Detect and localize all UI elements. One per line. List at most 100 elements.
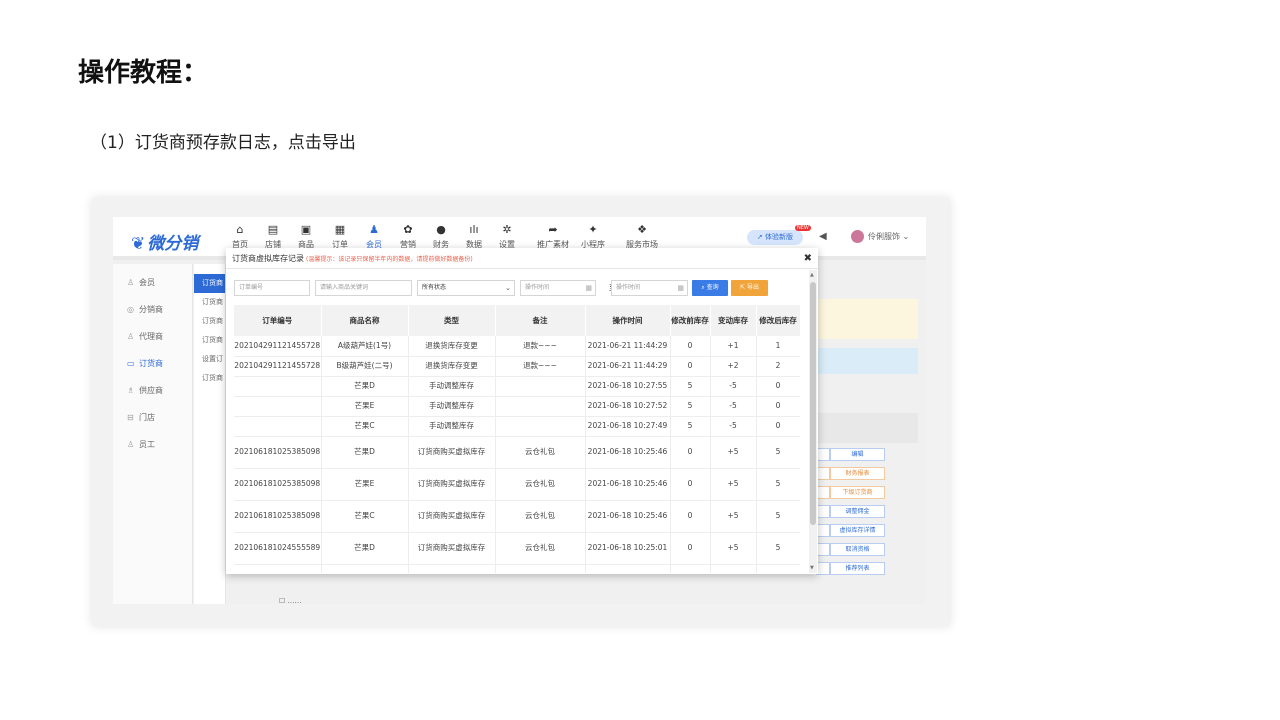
- sub-sidebar: 订货商 订货商 订货商 订货商 设置订 订货商: [194, 264, 226, 604]
- cell-change: -5: [710, 376, 757, 397]
- nav-item-10[interactable]: ✦ 小程序: [576, 223, 610, 250]
- table-row: 202106181025385098 芒果C 订货商购买虚拟库存 云仓礼包 2021-0…: [234, 500, 800, 533]
- cell-name: 芒果D: [321, 376, 409, 397]
- nav-item-5[interactable]: ✿ 营销: [391, 223, 425, 250]
- sidebar-item-1[interactable]: ◎ 分销商: [113, 296, 192, 323]
- cell-order: 202106181025385098: [234, 468, 322, 501]
- scroll-down-icon[interactable]: ▼: [810, 565, 814, 571]
- close-icon[interactable]: ✖: [804, 248, 812, 269]
- modal-title: 订货商虚拟库存记录: [232, 254, 304, 263]
- sidebar-item-6[interactable]: ♙ 员工: [113, 431, 192, 458]
- nav-item-7[interactable]: ılı 数据: [457, 223, 491, 250]
- cell-order: [234, 396, 322, 417]
- end-time-input[interactable]: 操作时间 ▦: [611, 280, 688, 296]
- order-no-input[interactable]: 订单编号: [234, 280, 310, 296]
- bg-action-stub[interactable]: [816, 448, 830, 461]
- cell-order: [234, 564, 322, 573]
- sidebar-item-3[interactable]: ▭ 订货商: [113, 350, 192, 377]
- cell-type: 订货商购买虚拟库存: [408, 532, 496, 565]
- cell-type: 手动调整库存: [408, 416, 496, 437]
- filter-bar: 订单编号 请输入商品关键词 所有状态⌄ 操作时间▦ 至 操作时间▦ ⌕ 查询 ⇱…: [234, 280, 804, 296]
- scroll-up-icon[interactable]: ▲: [810, 272, 814, 278]
- search-icon: ⌕: [701, 284, 705, 291]
- nav-item-2[interactable]: ▣ 商品: [289, 223, 323, 250]
- page-subtitle: （1）订货商预存款日志，点击导出: [90, 133, 356, 153]
- bg-action-button-1[interactable]: 财务报表: [830, 467, 885, 480]
- nav-item-1[interactable]: ▤ 店铺: [256, 223, 290, 250]
- select-all-row[interactable]: ☐ ……: [279, 597, 302, 604]
- cell-type: 手动调整库存: [408, 376, 496, 397]
- status-select[interactable]: 所有状态 ⌄: [417, 280, 515, 296]
- cell-order: [234, 416, 322, 437]
- cell-after: 5: [756, 532, 800, 565]
- store-icon: ⊟: [127, 413, 134, 422]
- cell-time: 2021-06-21 11:44:29: [585, 336, 671, 357]
- sidebar-item-5[interactable]: ⊟ 门店: [113, 404, 192, 431]
- keyword-input[interactable]: 请输入商品关键词: [315, 280, 412, 296]
- cell-time: 2021-06-18 10:25:46: [585, 468, 671, 501]
- bg-action-button-3[interactable]: 调整佣金: [830, 505, 885, 518]
- export-button[interactable]: ⇱ 导出: [731, 280, 768, 296]
- page-title: 操作教程：: [78, 58, 209, 88]
- bg-action-stub[interactable]: [816, 467, 830, 480]
- sub-sidebar-item-0[interactable]: 订货商: [194, 274, 225, 293]
- speaker-icon[interactable]: ◀: [819, 231, 827, 242]
- sidebar-item-4[interactable]: ♗ 供应商: [113, 377, 192, 404]
- cell-order: [234, 376, 322, 397]
- bg-action-stub[interactable]: [816, 486, 830, 499]
- cell-time: 2021-06-18 10:27:49: [585, 416, 671, 437]
- cell-note: 退款~~~: [495, 336, 586, 357]
- sidebar-item-0[interactable]: ♙ 会员: [113, 269, 192, 296]
- sub-sidebar-item-3[interactable]: 订货商: [194, 331, 225, 350]
- cell-after: 2: [756, 356, 800, 377]
- bg-action-button-4[interactable]: 虚拟库存详情: [830, 524, 885, 537]
- app-screenshot: ❦ 微分销 ⌂ 首页 ▤ 店铺 ▣ 商品 ▦ 订单 ♟ 会员 ✿ 营销 ● 财务 ılı 数据 ✲ 设置 ➦ 推广素材 ✦…: [113, 217, 926, 604]
- nav-item-9[interactable]: ➦ 推广素材: [531, 223, 575, 250]
- bg-action-button-0[interactable]: 编辑: [830, 448, 885, 461]
- bg-action-button-5[interactable]: 取消资格: [830, 543, 885, 556]
- cell-change: +5: [710, 436, 757, 469]
- nav-item-8[interactable]: ✲ 设置: [490, 223, 524, 250]
- sidebar-item-label: 员工: [139, 440, 155, 449]
- user-menu[interactable]: 伶俐服饰 ⌄: [851, 230, 909, 243]
- bg-action-stub[interactable]: [816, 543, 830, 556]
- nav-item-4[interactable]: ♟ 会员: [357, 223, 391, 250]
- sub-sidebar-item-5[interactable]: 订货商: [194, 369, 225, 388]
- cell-order: 202106181025385098: [234, 436, 322, 469]
- cell-before: 0: [670, 500, 711, 533]
- nav-item-11[interactable]: ❖ 服务市场: [620, 223, 664, 250]
- nav-item-3[interactable]: ▦ 订单: [323, 223, 357, 250]
- sidebar-item-label: 代理商: [139, 332, 163, 341]
- sub-sidebar-item-4[interactable]: 设置订: [194, 350, 225, 369]
- agent-icon: ♙: [127, 332, 135, 341]
- bg-action-stub[interactable]: [816, 505, 830, 518]
- bg-action-button-2[interactable]: 下级订货商: [830, 486, 885, 499]
- nav-item-6[interactable]: ● 财务: [424, 223, 458, 250]
- product-icon: ▣: [300, 223, 312, 236]
- sub-sidebar-item-2[interactable]: 订货商: [194, 312, 225, 331]
- cell-time: 2021-06-18 10:25:46: [585, 436, 671, 469]
- try-new-button[interactable]: ➚ 体验新版: [747, 230, 803, 245]
- bg-action-stub[interactable]: [816, 562, 830, 575]
- cell-note: 云仓礼包: [495, 532, 586, 565]
- cell-before: 0: [670, 468, 711, 501]
- cell-name: B级葫芦娃(二号): [321, 356, 409, 377]
- sub-sidebar-item-1[interactable]: 订货商: [194, 293, 225, 312]
- modal-scrollbar[interactable]: ▲ ▼: [809, 270, 817, 573]
- finance-icon: ●: [436, 223, 446, 236]
- app-logo[interactable]: ❦ 微分销: [131, 229, 198, 254]
- end-time-placeholder: 操作时间: [616, 284, 641, 291]
- nav-item-0[interactable]: ⌂ 首页: [223, 223, 257, 250]
- cell-time: 2021-06-18 10:25:46: [585, 500, 671, 533]
- cell-change: +5: [710, 500, 757, 533]
- cell-after: [756, 564, 800, 573]
- bg-action-stub[interactable]: [816, 524, 830, 537]
- table-header-bg: [813, 413, 918, 443]
- start-time-input[interactable]: 操作时间 ▦: [520, 280, 596, 296]
- user-name: 伶俐服饰: [868, 232, 900, 241]
- sidebar-item-2[interactable]: ♙ 代理商: [113, 323, 192, 350]
- scroll-thumb[interactable]: [810, 282, 816, 525]
- query-button[interactable]: ⌕ 查询: [692, 280, 728, 296]
- cell-change: -5: [710, 416, 757, 437]
- bg-action-button-6[interactable]: 推荐列表: [830, 562, 885, 575]
